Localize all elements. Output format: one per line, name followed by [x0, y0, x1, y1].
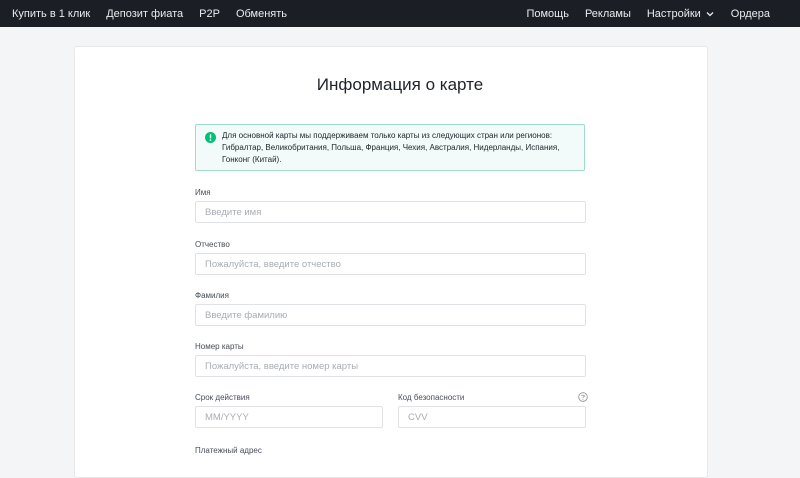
page-title: Информация о карте [316, 75, 484, 94]
middle-name-label: Отчество [195, 240, 230, 249]
card-number-label: Номер карты [195, 342, 244, 351]
expiry-input[interactable] [195, 406, 383, 428]
first-name-label: Имя [195, 188, 211, 197]
nav-left-group: Купить в 1 клик Депозит фиата P2P Обменя… [0, 0, 303, 27]
nav-help[interactable]: Помощь [526, 8, 569, 20]
middle-name-input[interactable] [195, 253, 586, 275]
nav-fiat-deposit[interactable]: Депозит фиата [106, 8, 183, 20]
first-name-input[interactable] [195, 201, 586, 223]
nav-p2p[interactable]: P2P [199, 8, 220, 20]
nav-right-group: Помощь Рекламы Настройки Ордера [510, 0, 800, 27]
last-name-label: Фамилия [195, 291, 229, 300]
nav-buy-one-click[interactable]: Купить в 1 клик [12, 8, 90, 20]
last-name-input[interactable] [195, 304, 586, 326]
nav-exchange[interactable]: Обменять [236, 8, 287, 20]
notice-text: Для основной карты мы поддерживаем тольк… [222, 131, 560, 164]
info-exclamation-icon [205, 132, 216, 143]
nav-settings-dropdown[interactable]: Настройки [647, 8, 715, 20]
card-number-input[interactable] [195, 355, 586, 377]
top-navigation-bar: Купить в 1 клик Депозит фиата P2P Обменя… [0, 0, 800, 27]
nav-ads[interactable]: Рекламы [585, 8, 631, 20]
cvv-input[interactable] [398, 406, 586, 428]
question-mark-help-icon[interactable] [578, 392, 588, 402]
billing-address-label: Платежный адрес [195, 446, 262, 455]
chevron-down-icon [706, 11, 714, 16]
expiry-label: Срок действия [195, 393, 250, 402]
nav-orders[interactable]: Ордера [731, 8, 770, 20]
nav-settings-label: Настройки [646, 7, 701, 20]
cvv-label: Код безопасности [398, 393, 465, 402]
supported-countries-notice: Для основной карты мы поддерживаем тольк… [195, 124, 585, 171]
